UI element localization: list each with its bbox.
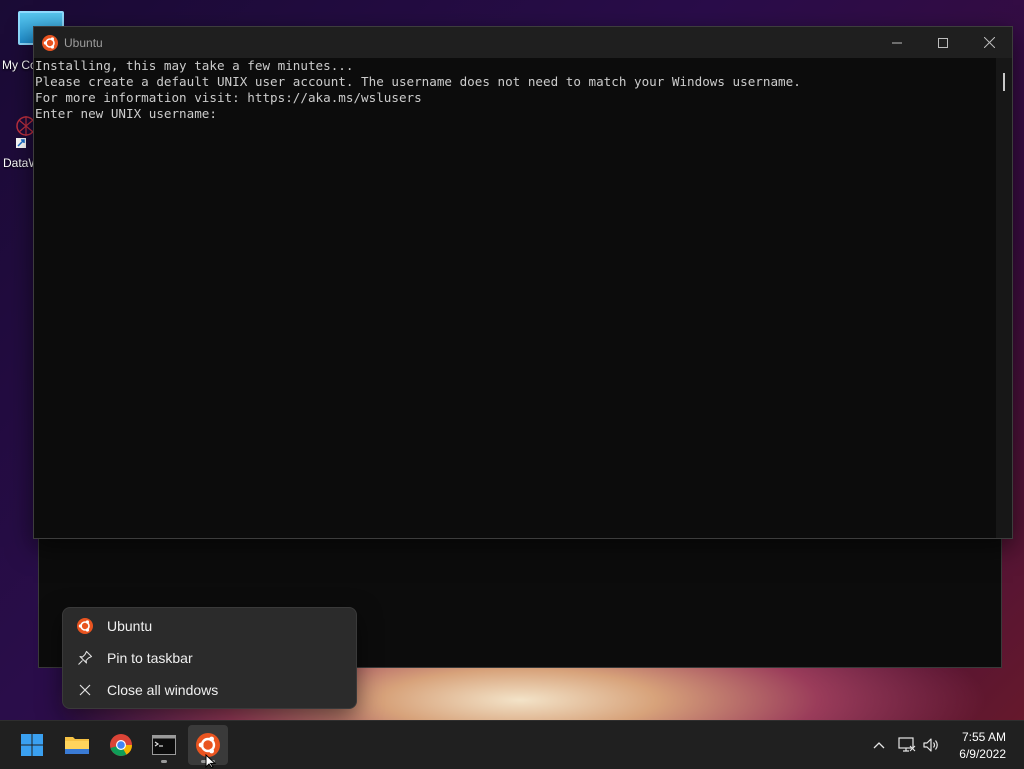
start-button[interactable] (12, 725, 52, 765)
volume-icon (923, 738, 938, 752)
pin-icon (78, 650, 93, 665)
console-line: Please create a default UNIX user accoun… (35, 74, 801, 89)
chevron-up-icon (873, 742, 885, 749)
console-output[interactable]: Installing, this may take a few minutes.… (34, 58, 996, 538)
console-line: Installing, this may take a few minutes.… (35, 58, 354, 73)
folder-icon (65, 737, 89, 754)
volume-button[interactable] (919, 721, 943, 769)
taskbar-file-explorer[interactable] (57, 725, 97, 765)
close-button[interactable] (966, 27, 1012, 58)
jumplist-item-close-all-windows[interactable]: Close all windows (63, 674, 356, 706)
maximize-icon (938, 37, 948, 48)
chrome-icon (110, 734, 132, 756)
network-icon (898, 737, 916, 752)
taskbar: 7:55 AM 6/9/2022 (0, 720, 1024, 769)
window-title: Ubuntu (64, 35, 103, 50)
minimize-icon (892, 42, 902, 43)
taskbar-chrome[interactable] (101, 725, 141, 765)
taskbar-jump-list: Ubuntu Pin to taskbar Close all windows (62, 607, 357, 709)
console-line: For more information visit: https://aka.… (35, 90, 422, 105)
scrollbar-thumb[interactable] (1003, 73, 1005, 91)
jumplist-item-label: Close all windows (107, 682, 219, 698)
maximize-button[interactable] (920, 27, 966, 58)
jumplist-item-pin-to-taskbar[interactable]: Pin to taskbar (63, 642, 356, 674)
desktop-icon-label: My Computer (2, 58, 36, 72)
minimize-button[interactable] (874, 27, 920, 58)
network-button[interactable] (895, 721, 919, 769)
desktop-icon-label: DataWarrior (3, 156, 37, 170)
jumplist-item-label: Pin to taskbar (107, 650, 193, 666)
taskbar-terminal[interactable] (144, 725, 184, 765)
clock-time: 7:55 AM (961, 730, 1006, 744)
jumplist-item-label: Ubuntu (107, 618, 153, 634)
clock[interactable]: 7:55 AM 6/9/2022 (959, 729, 1006, 763)
close-icon (983, 37, 995, 48)
clock-date: 6/9/2022 (959, 747, 1006, 761)
running-indicator (161, 760, 167, 763)
ubuntu-console-window[interactable]: Ubuntu Installing, this may take a few m… (33, 26, 1013, 539)
mouse-cursor-icon (205, 754, 217, 768)
show-hidden-icons-button[interactable] (866, 721, 892, 769)
scrollbar[interactable] (996, 58, 1012, 538)
ubuntu-icon (77, 618, 93, 634)
ubuntu-icon (42, 34, 58, 51)
title-bar[interactable]: Ubuntu (34, 27, 1012, 58)
windows-start-icon (21, 734, 43, 756)
console-prompt-line[interactable]: Enter new UNIX username: (35, 106, 996, 122)
terminal-icon (152, 735, 176, 755)
close-icon (79, 684, 91, 696)
jumplist-item-ubuntu[interactable]: Ubuntu (63, 610, 356, 642)
